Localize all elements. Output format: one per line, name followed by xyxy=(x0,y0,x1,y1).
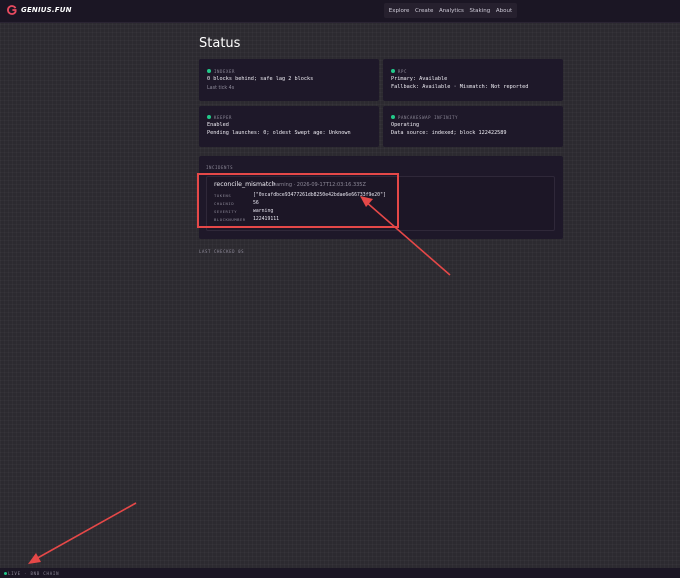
annotation-arrow-footer xyxy=(28,502,137,564)
live-indicator-dot xyxy=(4,572,7,575)
network-status: LIVE · BNB CHAIN xyxy=(8,571,60,576)
footer-bar xyxy=(0,568,680,578)
annotation-arrows xyxy=(28,196,451,564)
annotation-arrow-incident xyxy=(360,196,451,276)
